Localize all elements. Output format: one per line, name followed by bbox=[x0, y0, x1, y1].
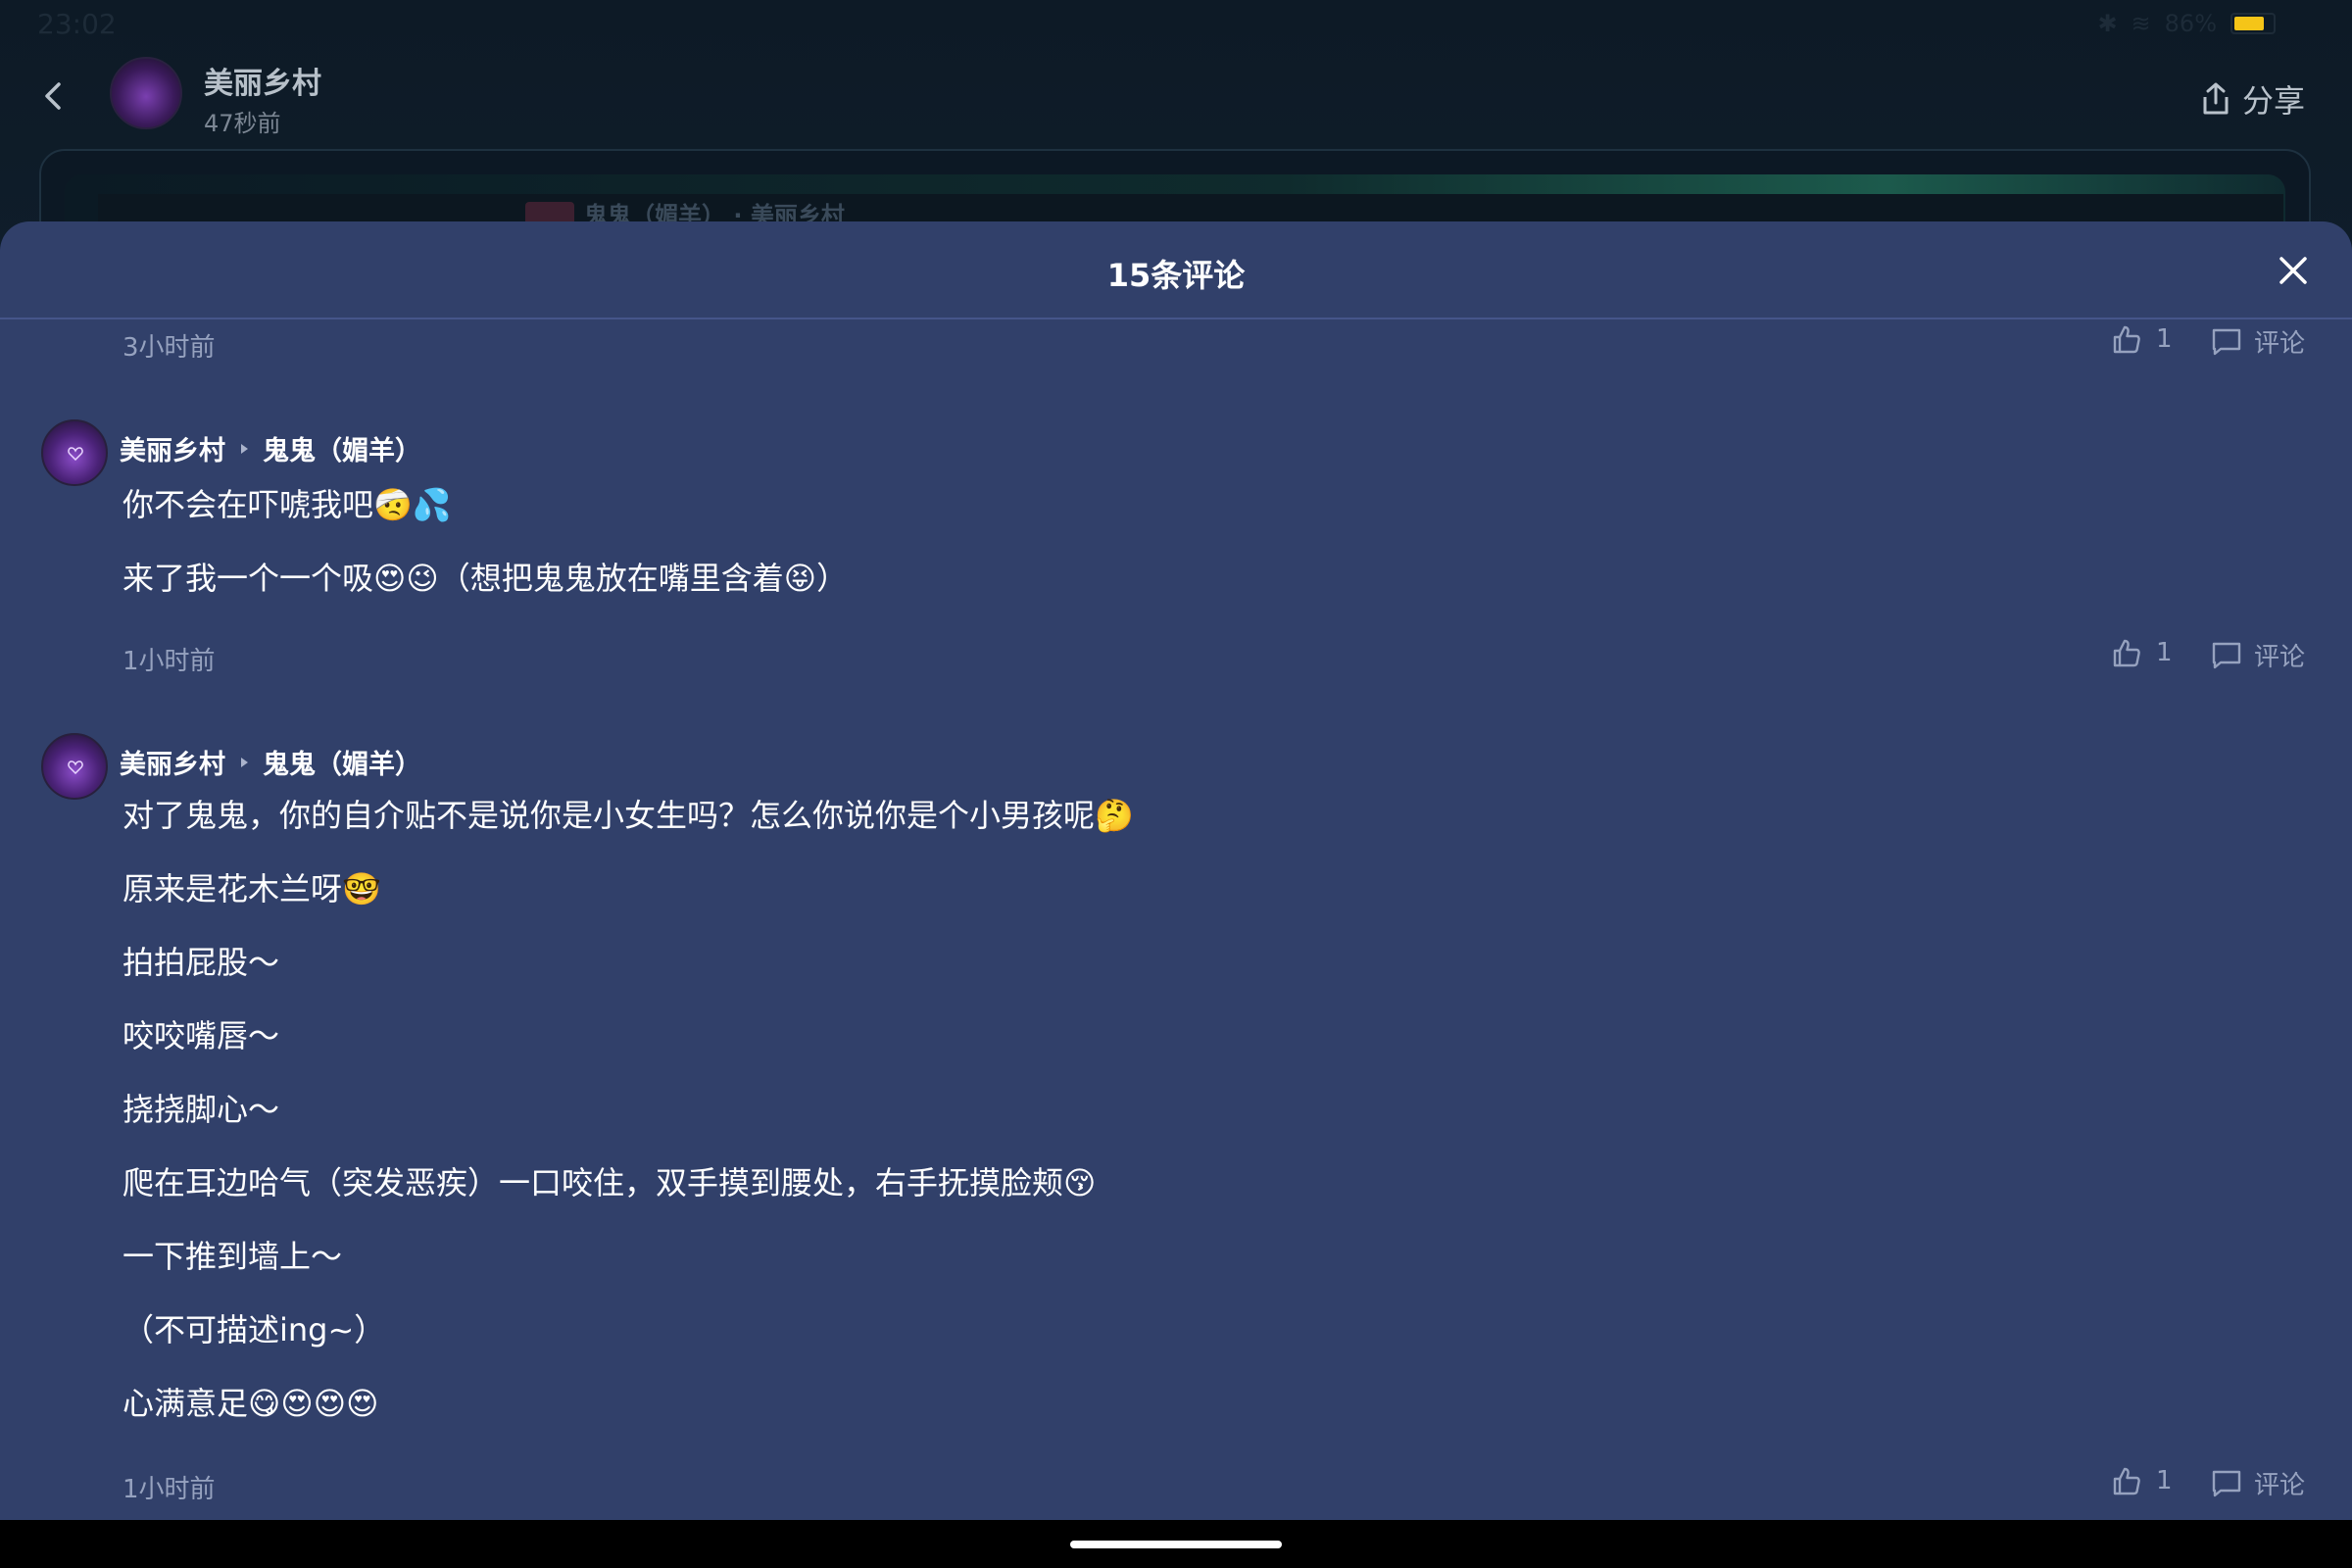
share-icon bbox=[2203, 82, 2229, 115]
comment-time: 1小时前 bbox=[122, 1475, 216, 1504]
close-icon[interactable] bbox=[2274, 251, 2313, 290]
comment-line: （不可描述ing~） bbox=[122, 1311, 386, 1348]
status-indicators: ✱ ≋ 86% bbox=[2097, 10, 2276, 37]
comments-sheet: 15条评论 3小时前 1 评论 美丽乡村 鬼鬼（媚羊） 你不会在吓唬我吧🤕💦 来… bbox=[0, 221, 2352, 1520]
comment-line: 拍拍屁股～ bbox=[122, 944, 280, 981]
post-author-name[interactable]: 美丽乡村 bbox=[204, 59, 321, 102]
post-time: 47秒前 bbox=[204, 110, 281, 137]
wifi-icon: ≋ bbox=[2131, 10, 2151, 37]
like-button[interactable]: 1 bbox=[2111, 1465, 2173, 1496]
post-card-strip bbox=[98, 194, 2283, 223]
reply-label: 评论 bbox=[2254, 643, 2306, 672]
comment-icon bbox=[2212, 328, 2241, 355]
comment-meta-row: 1小时前 1 评论 bbox=[0, 633, 2352, 682]
caret-right-icon bbox=[241, 443, 248, 454]
comment-line: 爬在耳边哈气（突发恶疾）一口咬住，双手摸到腰处，右手抚摸脸颊😚 bbox=[122, 1164, 1097, 1201]
share-button[interactable]: 分享 bbox=[2199, 76, 2305, 122]
like-count: 1 bbox=[2156, 638, 2173, 667]
comment-line: 咬咬嘴唇～ bbox=[122, 1017, 280, 1054]
comment-line: 挠挠脚心～ bbox=[122, 1091, 280, 1128]
comment-icon bbox=[2212, 642, 2241, 668]
like-count: 1 bbox=[2156, 324, 2173, 354]
background-post-page: 23:02 ✱ ≋ 86% 美丽乡村 47秒前 分享 鬼鬼（媚羊） · 美丽乡村 bbox=[0, 0, 2352, 267]
reply-label: 评论 bbox=[2254, 329, 2306, 359]
comment-author[interactable]: 美丽乡村 bbox=[120, 743, 225, 781]
comment-meta-row: 3小时前 1 评论 bbox=[0, 321, 2352, 368]
comment-line: 原来是花木兰呀🤓 bbox=[122, 870, 381, 907]
status-bar: 23:02 ✱ ≋ 86% bbox=[0, 0, 2352, 49]
status-time: 23:02 bbox=[37, 8, 117, 40]
comment-line: 对了鬼鬼，你的自介贴不是说你是小女生吗？怎么你说你是个小男孩呢🤔 bbox=[122, 797, 1134, 834]
post-header: 美丽乡村 47秒前 分享 bbox=[0, 49, 2352, 147]
comment-author[interactable]: 美丽乡村 bbox=[120, 429, 225, 467]
like-button[interactable]: 1 bbox=[2111, 323, 2173, 355]
commenter-avatar[interactable] bbox=[41, 419, 108, 486]
reply-button[interactable]: 评论 bbox=[2211, 323, 2305, 360]
sheet-title: 15条评论 bbox=[1106, 257, 1246, 294]
comment-meta-row: 1小时前 1 评论 bbox=[0, 1461, 2352, 1510]
reply-to-name[interactable]: 鬼鬼（媚羊） bbox=[263, 429, 421, 467]
like-button[interactable]: 1 bbox=[2111, 637, 2173, 668]
sheet-header: 15条评论 bbox=[0, 221, 2352, 319]
commenter-avatar[interactable] bbox=[41, 733, 108, 800]
comment-body: 你不会在吓唬我吧🤕💦 来了我一个一个吸😍😉（想把鬼鬼放在嘴里含着😝） bbox=[122, 468, 848, 615]
comments-list[interactable]: 3小时前 1 评论 美丽乡村 鬼鬼（媚羊） 你不会在吓唬我吧🤕💦 来了我一个一个… bbox=[0, 321, 2352, 1520]
battery-icon bbox=[2230, 13, 2276, 34]
comment-names: 美丽乡村 鬼鬼（媚羊） bbox=[120, 743, 421, 781]
comment-time: 1小时前 bbox=[122, 647, 216, 676]
reply-to-name[interactable]: 鬼鬼（媚羊） bbox=[263, 743, 421, 781]
thumbs-up-icon bbox=[2113, 639, 2140, 667]
caret-right-icon bbox=[241, 757, 248, 767]
heart-icon bbox=[68, 447, 83, 461]
reply-button[interactable]: 评论 bbox=[2211, 637, 2305, 673]
thumbs-up-icon bbox=[2113, 1467, 2140, 1495]
comment-names: 美丽乡村 鬼鬼（媚羊） bbox=[120, 429, 421, 467]
navigation-bar bbox=[0, 1520, 2352, 1568]
battery-percent: 86% bbox=[2164, 10, 2217, 37]
author-avatar[interactable] bbox=[110, 57, 182, 129]
comment-line: 一下推到墙上～ bbox=[122, 1238, 343, 1275]
comment-line: 你不会在吓唬我吧🤕💦 bbox=[122, 486, 452, 523]
chevron-left-icon[interactable] bbox=[35, 76, 74, 116]
comment-line: 来了我一个一个吸😍😉（想把鬼鬼放在嘴里含着😝） bbox=[122, 560, 849, 597]
comment-body: 对了鬼鬼，你的自介贴不是说你是小女生吗？怎么你说你是个小男孩呢🤔 原来是花木兰呀… bbox=[122, 779, 1134, 1441]
like-count: 1 bbox=[2156, 1466, 2173, 1495]
bluetooth-icon: ✱ bbox=[2097, 10, 2118, 37]
comment-line: 心满意足😋😍😍😍 bbox=[122, 1385, 379, 1422]
heart-icon bbox=[68, 760, 83, 774]
home-indicator[interactable] bbox=[1070, 1541, 1282, 1548]
comment-icon bbox=[2212, 1470, 2241, 1496]
thumbs-up-icon bbox=[2113, 325, 2140, 354]
reply-label: 评论 bbox=[2254, 1471, 2306, 1500]
comment-time: 3小时前 bbox=[122, 333, 216, 363]
reply-button[interactable]: 评论 bbox=[2211, 1465, 2305, 1501]
share-label: 分享 bbox=[2241, 82, 2305, 120]
